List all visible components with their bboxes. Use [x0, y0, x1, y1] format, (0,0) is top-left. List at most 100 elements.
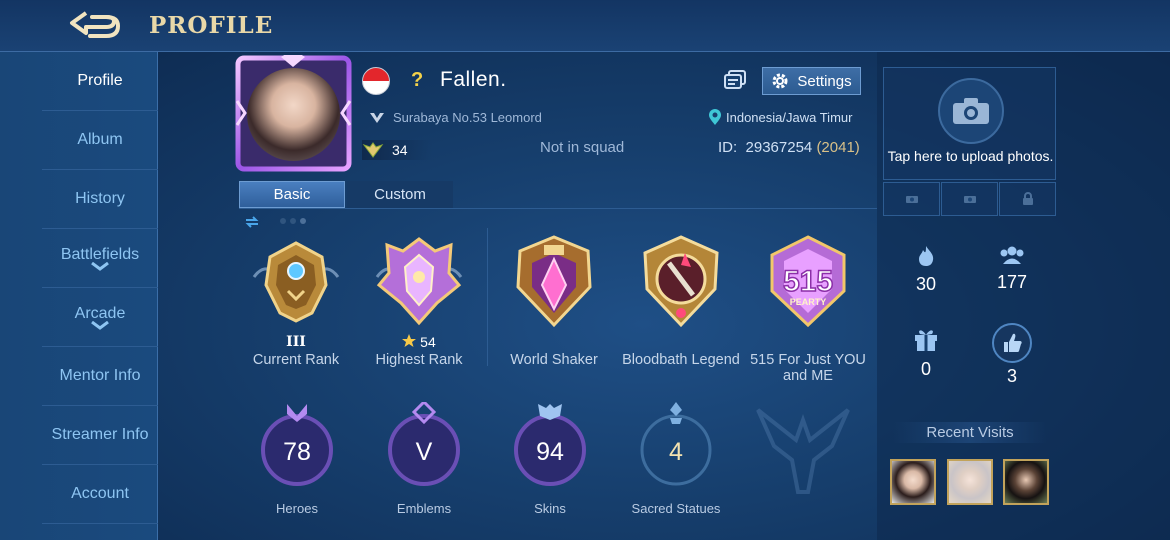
- star-icon: [402, 334, 417, 347]
- card-icon[interactable]: [724, 70, 746, 90]
- level-display: 34: [362, 140, 432, 160]
- lock-icon: [1022, 192, 1033, 205]
- sidebar: Profile Album History Battlefields Arcad…: [0, 52, 158, 540]
- photo-slot-locked[interactable]: [999, 182, 1056, 216]
- sidebar-item-label: Album: [77, 131, 123, 148]
- heroes-caption: Heroes: [276, 501, 318, 516]
- page-title: PROFILE: [149, 12, 274, 39]
- current-rank-emblem-icon: [252, 241, 340, 323]
- back-arrow-icon: [70, 11, 121, 38]
- sidebar-item-label: Mentor Info: [59, 367, 141, 384]
- upload-photos-text: Tap here to upload photos.: [887, 148, 1054, 164]
- sidebar-item-battlefields[interactable]: Battlefields: [42, 229, 158, 288]
- photo-slot-1[interactable]: [883, 182, 940, 216]
- likes-stat[interactable]: 3: [982, 322, 1042, 387]
- avatar-image: [247, 68, 340, 161]
- camera-icon: [938, 78, 1004, 144]
- gift-icon: [915, 330, 937, 351]
- chevron-down-icon: [91, 261, 109, 271]
- id-label: ID:: [718, 139, 738, 156]
- sidebar-item-label: Account: [71, 485, 129, 502]
- winged-statue-icon: [756, 408, 850, 494]
- settings-button[interactable]: Settings: [762, 67, 861, 95]
- badge-bloodbath-legend[interactable]: Bloodbath Legend: [617, 233, 745, 368]
- world-shaker-emblem-icon: [516, 235, 592, 328]
- highest-rank-star-count: 54: [420, 334, 436, 350]
- sidebar-item-history[interactable]: History: [42, 170, 158, 229]
- 515-event-caption: 515 For Just YOU and ME: [750, 352, 866, 384]
- location: Indonesia/Jawa Timur: [708, 108, 852, 126]
- sidebar-item-streamer-info[interactable]: Streamer Info: [42, 406, 158, 465]
- guild-title: Surabaya No.53 Leomord: [369, 110, 542, 125]
- camera-small-icon: [963, 196, 976, 203]
- popularity-value: 30: [915, 274, 937, 294]
- sidebar-item-account[interactable]: Account: [42, 465, 158, 524]
- highest-rank-caption: Highest Rank: [375, 352, 463, 368]
- gifts-stat[interactable]: 0: [896, 326, 956, 380]
- avatar[interactable]: [235, 55, 352, 172]
- 515-emblem-sub: PEARTY: [790, 297, 827, 307]
- popularity-stat[interactable]: 30: [896, 245, 956, 295]
- camera-small-icon: [905, 196, 918, 203]
- sidebar-item-arcade[interactable]: Arcade: [42, 288, 158, 347]
- sidebar-item-label: Profile: [77, 72, 123, 89]
- skins-caption: Skins: [534, 501, 566, 516]
- badge-515-event[interactable]: 515 PEARTY 515 For Just YOU and ME: [744, 233, 872, 384]
- emblems-caption: Emblems: [396, 501, 452, 516]
- page-dots: [280, 218, 306, 224]
- bloodbath-legend-emblem-icon: [643, 235, 719, 328]
- flame-icon: [919, 246, 934, 266]
- level-value: 34: [392, 142, 408, 158]
- heroes-count: 78: [283, 438, 311, 466]
- 515-event-emblem-icon: 515 PEARTY: [770, 235, 846, 328]
- recent-visits-label: Recent Visits: [893, 422, 1047, 443]
- player-name: Fallen.: [440, 68, 507, 91]
- recent-visitor-avatar[interactable]: [947, 459, 993, 505]
- badge-current-rank[interactable]: III Current Rank: [232, 233, 360, 368]
- sidebar-item-profile[interactable]: Profile: [42, 52, 158, 111]
- sacred-statues-count: 4: [669, 438, 683, 466]
- current-rank-tier: III: [286, 334, 306, 350]
- sidebar-item-label: Streamer Info: [51, 426, 149, 443]
- bloodbath-legend-caption: Bloodbath Legend: [622, 352, 740, 368]
- current-rank-caption: Current Rank: [252, 352, 340, 368]
- likes-value: 3: [1006, 366, 1017, 386]
- sidebar-item-album[interactable]: Album: [42, 111, 158, 170]
- location-text: Indonesia/Jawa Timur: [726, 109, 853, 125]
- highest-rank-stars: 54: [355, 334, 483, 352]
- badge-highest-rank[interactable]: 54 Highest Rank: [355, 233, 483, 368]
- tab-custom[interactable]: Custom: [347, 181, 453, 208]
- badge-divider: [487, 228, 488, 366]
- upload-photos-button[interactable]: Tap here to upload photos.: [883, 67, 1056, 180]
- swap-icon[interactable]: [245, 216, 259, 228]
- recent-visitor-avatar[interactable]: [1003, 459, 1049, 505]
- sidebar-item-mentor-info[interactable]: Mentor Info: [42, 347, 158, 406]
- squad-status: Not in squad: [540, 139, 625, 156]
- back-button[interactable]: [66, 6, 126, 44]
- sacred-statues-caption: Sacred Statues: [631, 501, 721, 516]
- stat-skins[interactable]: 94 Skins: [495, 402, 605, 516]
- server-id: (2041): [816, 139, 860, 156]
- gifts-value: 0: [920, 359, 931, 379]
- friends-value: 177: [996, 272, 1028, 292]
- recent-visitor-avatar[interactable]: [890, 459, 936, 505]
- friends-stat[interactable]: 177: [982, 245, 1042, 293]
- photo-slot-2[interactable]: [941, 182, 998, 216]
- chevron-down-icon: [91, 320, 109, 330]
- badge-world-shaker[interactable]: World Shaker: [490, 233, 618, 368]
- gear-icon: [772, 73, 788, 89]
- friends-icon: [1000, 246, 1024, 264]
- emblems-level: V: [415, 438, 433, 466]
- stat-sacred-statues[interactable]: 4 Sacred Statues: [621, 402, 731, 516]
- country-flag-icon: [362, 67, 390, 95]
- profile-tabs: Basic Custom: [239, 181, 877, 209]
- tab-basic[interactable]: Basic: [239, 181, 345, 208]
- 515-emblem-number: 515: [783, 265, 833, 298]
- sidebar-item-label: History: [75, 190, 125, 207]
- skins-count: 94: [536, 438, 564, 466]
- stat-heroes[interactable]: 78 Heroes: [242, 402, 352, 516]
- player-id: ID: 29367254 (2041): [718, 139, 860, 156]
- guild-title-text: Surabaya No.53 Leomord: [393, 110, 542, 125]
- world-shaker-caption: World Shaker: [510, 352, 598, 368]
- stat-emblems[interactable]: V Emblems: [369, 399, 479, 516]
